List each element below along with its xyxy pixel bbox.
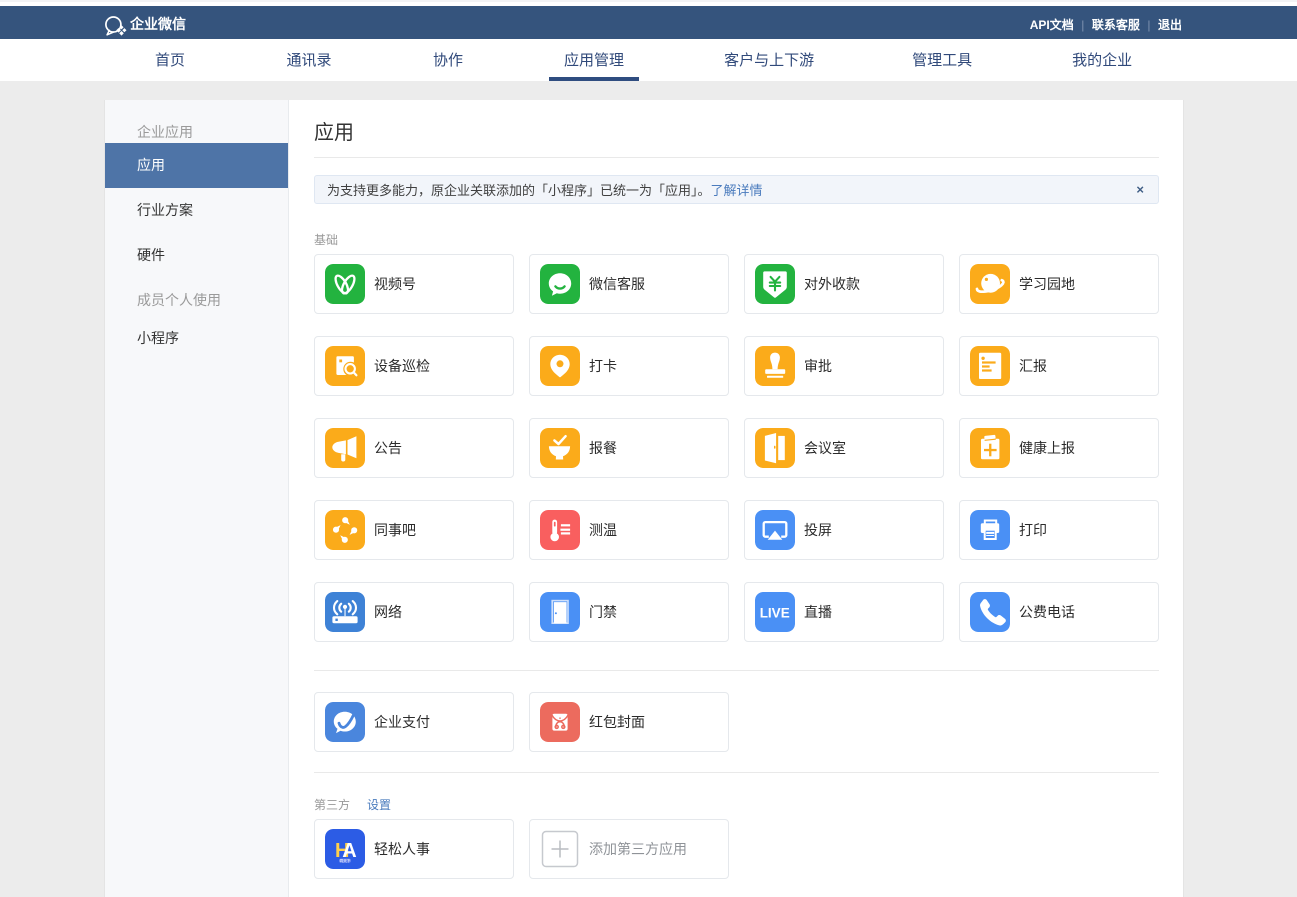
svg-text:同天下: 同天下 — [340, 858, 351, 863]
svg-text:LIVE: LIVE — [760, 605, 790, 620]
